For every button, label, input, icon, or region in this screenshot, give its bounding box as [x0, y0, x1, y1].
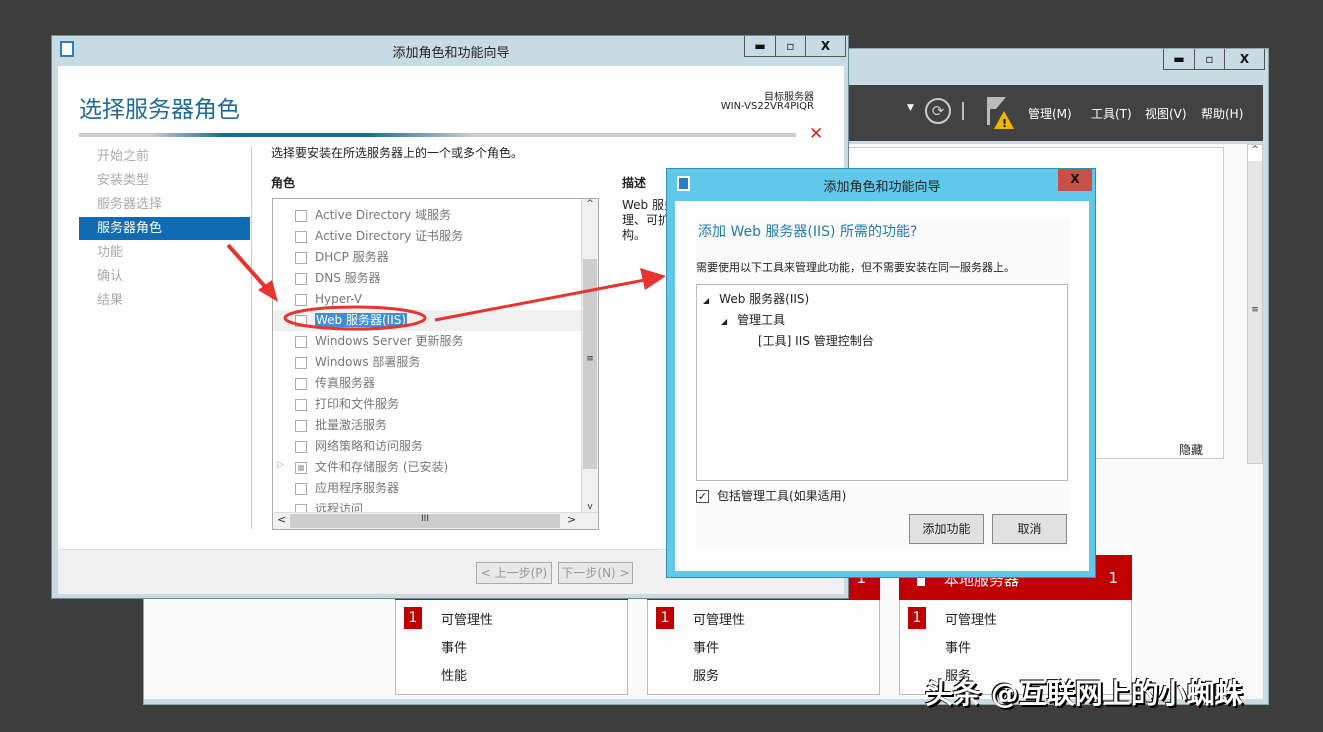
watermark: 头条 @互联网上的小蜘蛛 [925, 672, 1243, 712]
annotation-arrow-line [228, 245, 268, 290]
annotation-arrow-line [435, 280, 645, 320]
annotation-overlay [0, 0, 1323, 732]
highlight-ellipse [285, 307, 425, 329]
annotation-arrowhead [640, 268, 666, 290]
